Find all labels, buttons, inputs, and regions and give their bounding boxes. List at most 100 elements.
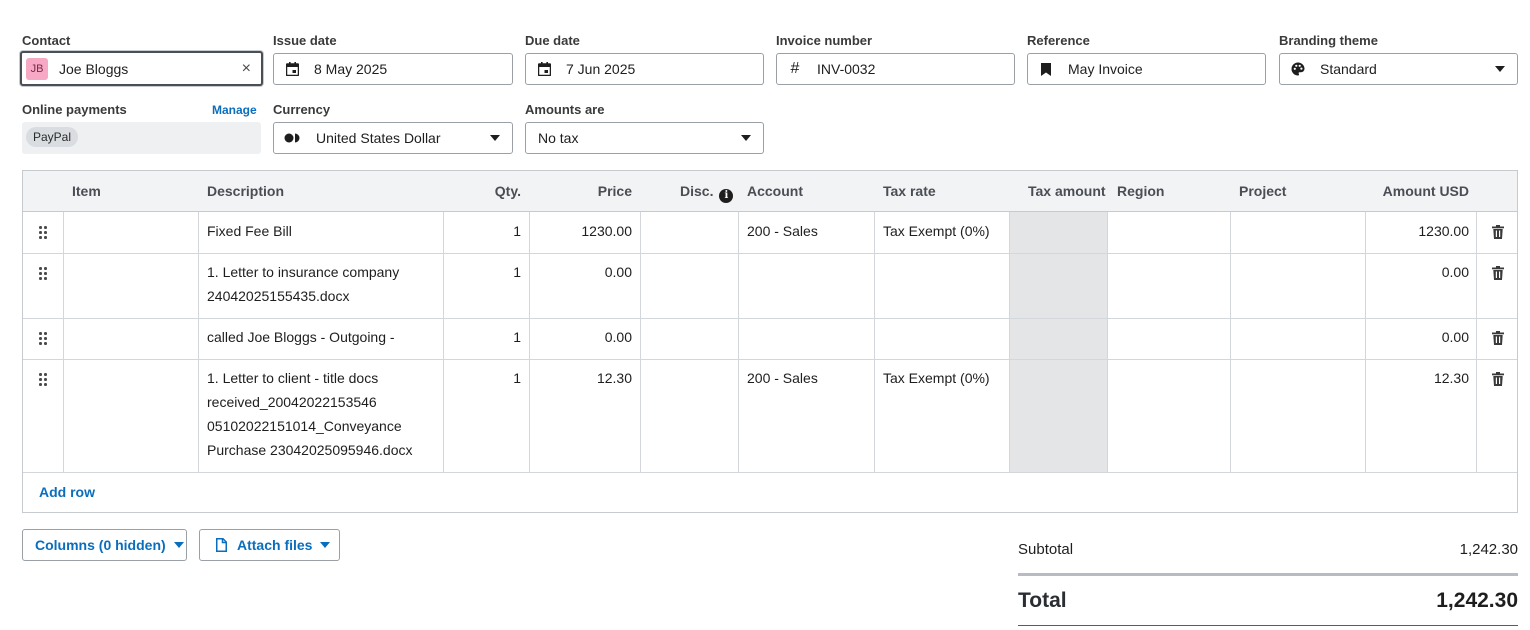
issue-date-label: Issue date — [273, 33, 337, 48]
row-description-line[interactable]: Purchase 23042025095946.docx — [207, 438, 413, 462]
branding-theme-select[interactable]: Standard — [1279, 53, 1518, 85]
contact-value[interactable]: Joe Bloggs — [59, 61, 242, 77]
row-price[interactable]: 12.30 — [529, 366, 632, 390]
column-tax-rate[interactable]: Tax rate — [883, 171, 936, 212]
row-description[interactable]: 1. Letter to client - title docs — [207, 366, 378, 390]
column-description[interactable]: Description — [207, 171, 284, 212]
delete-row-icon[interactable] — [1492, 331, 1506, 347]
column-disc-label: Disc. — [680, 183, 714, 199]
manage-link[interactable]: Manage — [212, 103, 257, 117]
subtotal-value: 1,242.30 — [1459, 541, 1518, 558]
row-qty[interactable]: 1 — [443, 260, 521, 284]
column-project[interactable]: Project — [1239, 171, 1286, 212]
contact-avatar: JB — [26, 57, 48, 80]
drag-handle-icon[interactable] — [39, 332, 49, 346]
clear-contact-icon[interactable]: × — [242, 60, 251, 77]
delete-row-icon[interactable] — [1492, 225, 1506, 241]
branding-theme-label: Branding theme — [1279, 33, 1378, 48]
calendar-icon — [284, 61, 300, 77]
row-amount[interactable]: 1230.00 — [1366, 219, 1469, 243]
row-price[interactable]: 0.00 — [529, 325, 632, 349]
subtotal-label: Subtotal — [1018, 541, 1074, 558]
column-amount[interactable]: Amount USD — [1366, 171, 1469, 212]
column-qty[interactable]: Qty. — [443, 171, 521, 212]
row-description[interactable]: 1. Letter to insurance company — [207, 260, 399, 284]
online-payments-label: Online payments — [22, 102, 127, 117]
total-divider — [1018, 573, 1518, 576]
column-price[interactable]: Price — [529, 171, 632, 212]
contact-label: Contact — [22, 33, 71, 48]
due-date-label: Due date — [525, 33, 580, 48]
drag-handle-icon[interactable] — [39, 267, 49, 281]
row-account[interactable]: 200 - Sales — [747, 219, 818, 243]
row-description[interactable]: called Joe Bloggs - Outgoing - — [207, 325, 395, 349]
row-description-line[interactable]: received_20042022153546 — [207, 390, 377, 414]
amounts-are-value: No tax — [538, 130, 579, 146]
columns-button-label: Columns (0 hidden) — [35, 537, 166, 553]
column-account[interactable]: Account — [747, 171, 803, 212]
chevron-down-icon — [320, 542, 331, 548]
chevron-down-icon — [490, 135, 500, 141]
row-description-line[interactable]: 05102022151014_Conveyance — [207, 414, 402, 438]
delete-row-icon[interactable] — [1492, 266, 1506, 282]
column-region[interactable]: Region — [1117, 171, 1164, 212]
row-price[interactable]: 0.00 — [529, 260, 632, 284]
row-price[interactable]: 1230.00 — [529, 219, 632, 243]
row-description[interactable]: Fixed Fee Bill — [207, 219, 292, 243]
hash-icon: # — [790, 60, 800, 77]
attach-files-label: Attach files — [237, 537, 313, 553]
row-description-line[interactable]: 24042025155435.docx — [207, 284, 349, 308]
bookmark-icon — [1038, 61, 1054, 77]
currency-select[interactable]: United States Dollar — [273, 122, 513, 154]
contact-field[interactable]: JB Joe Bloggs × — [20, 51, 263, 86]
calendar-icon — [536, 61, 552, 77]
add-row-link[interactable]: Add row — [39, 484, 95, 500]
issue-date-value: 8 May 2025 — [314, 61, 388, 77]
amounts-are-label: Amounts are — [525, 102, 605, 117]
info-icon[interactable]: i — [719, 189, 734, 203]
row-amount[interactable]: 12.30 — [1366, 366, 1469, 390]
chevron-down-icon — [173, 542, 184, 548]
total-bottom-divider — [1018, 625, 1518, 626]
reference-value[interactable]: May Invoice — [1068, 61, 1265, 77]
palette-icon — [1290, 61, 1306, 77]
currency-value: United States Dollar — [316, 130, 441, 146]
chevron-down-icon — [741, 135, 751, 141]
line-items-table: Item Description Qty. Price Disc. i Acco… — [22, 170, 1518, 513]
drag-handle-icon[interactable] — [39, 226, 49, 240]
reference-field[interactable]: May Invoice — [1027, 53, 1266, 85]
column-item[interactable]: Item — [72, 171, 101, 212]
row-qty[interactable]: 1 — [443, 219, 521, 243]
invoice-number-label: Invoice number — [776, 33, 873, 48]
row-tax-rate[interactable]: Tax Exempt (0%) — [883, 219, 990, 243]
drag-handle-icon[interactable] — [39, 373, 49, 387]
column-disc[interactable]: Disc. i — [680, 171, 734, 212]
due-date-value: 7 Jun 2025 — [566, 61, 636, 77]
row-amount[interactable]: 0.00 — [1366, 260, 1469, 284]
branding-theme-value: Standard — [1320, 61, 1377, 77]
total-value: 1,242.30 — [1436, 589, 1518, 612]
currency-icon — [284, 130, 300, 146]
row-tax-rate[interactable]: Tax Exempt (0%) — [883, 366, 990, 390]
row-qty[interactable]: 1 — [443, 325, 521, 349]
invoice-number-field[interactable]: # INV-0032 — [776, 53, 1015, 85]
issue-date-field[interactable]: 8 May 2025 — [273, 53, 513, 85]
due-date-field[interactable]: 7 Jun 2025 — [525, 53, 764, 85]
file-icon — [216, 538, 227, 552]
tax-amount-column-shade — [1010, 212, 1108, 472]
row-qty[interactable]: 1 — [443, 366, 521, 390]
paypal-chip[interactable]: PayPal — [26, 127, 79, 147]
total-label: Total — [1018, 589, 1067, 612]
amounts-are-select[interactable]: No tax — [525, 122, 764, 154]
delete-row-icon[interactable] — [1492, 372, 1506, 388]
invoice-number-value[interactable]: INV-0032 — [817, 61, 1014, 77]
row-account[interactable]: 200 - Sales — [747, 366, 818, 390]
column-tax-amount[interactable]: Tax amount — [1028, 171, 1106, 212]
attach-files-button[interactable]: Attach files — [199, 529, 340, 561]
reference-label: Reference — [1027, 33, 1090, 48]
chevron-down-icon — [1495, 66, 1505, 72]
currency-label: Currency — [273, 102, 331, 117]
row-amount[interactable]: 0.00 — [1366, 325, 1469, 349]
columns-button[interactable]: Columns (0 hidden) — [22, 529, 187, 561]
table-header: Item Description Qty. Price Disc. i Acco… — [23, 171, 1517, 212]
